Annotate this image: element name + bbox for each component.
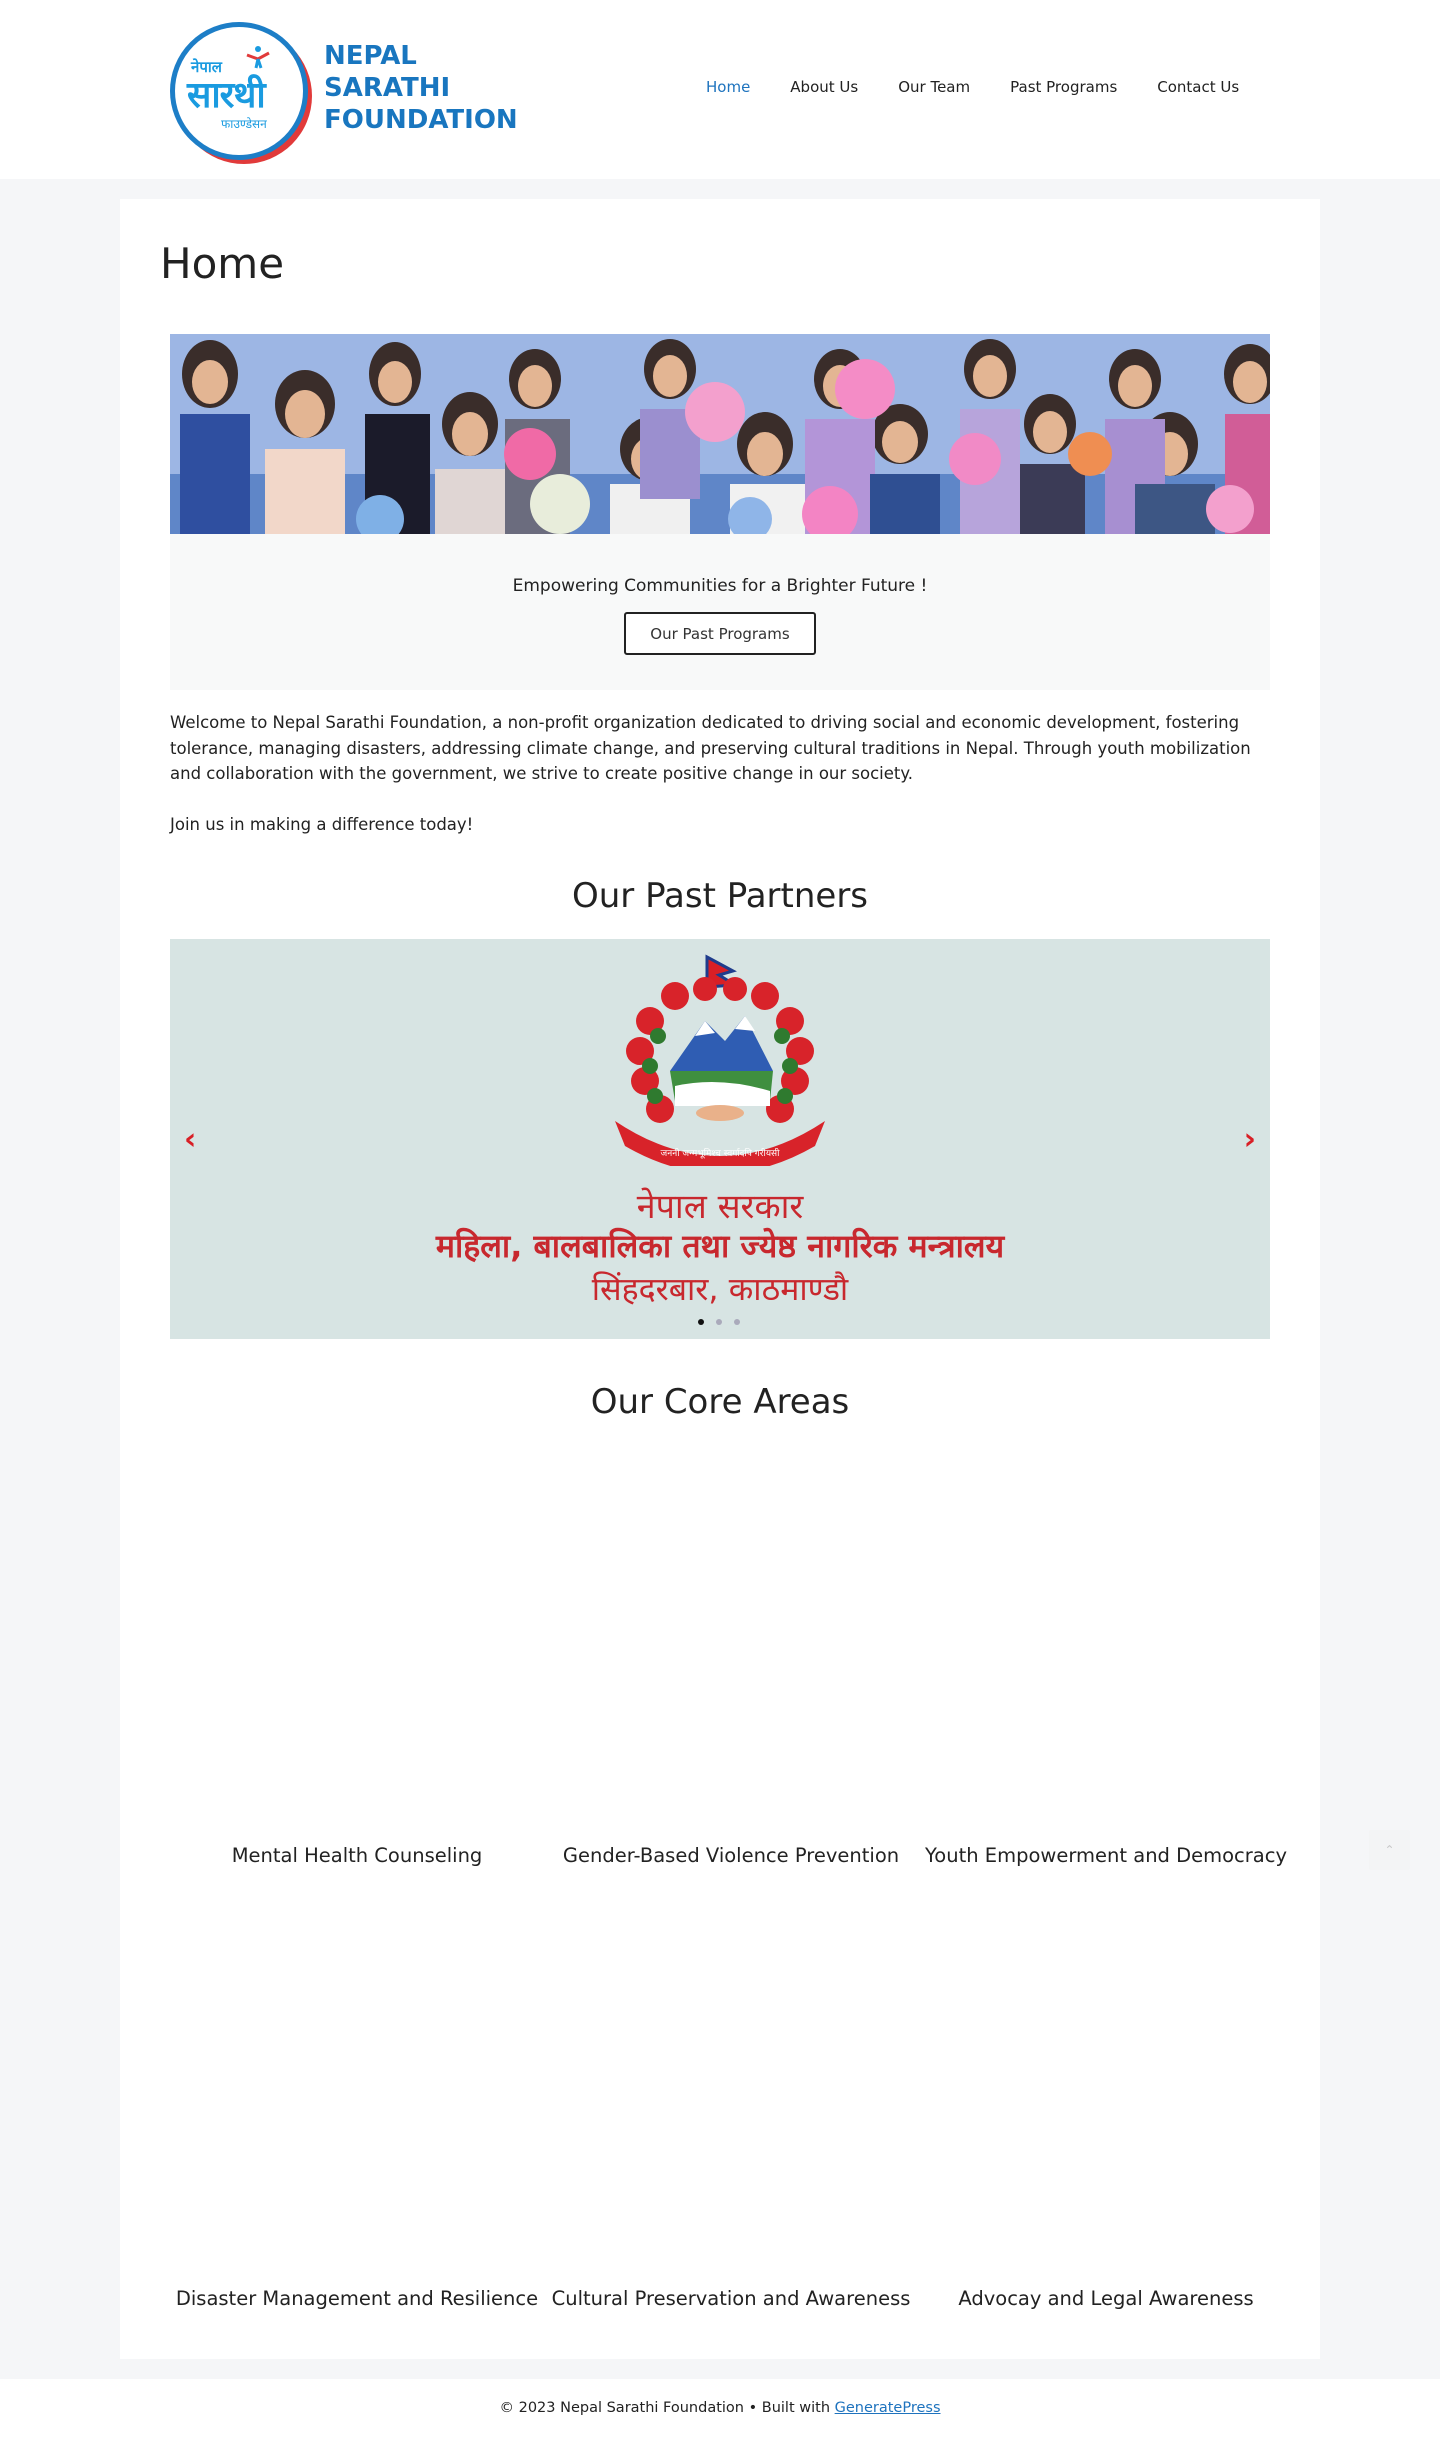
page-title: Home xyxy=(160,239,285,288)
site-header: नेपाल सारथी फाउण्डेसन NEPAL SARATHI FOUN… xyxy=(0,0,1440,179)
slider-prev-arrow[interactable]: ‹ xyxy=(184,1125,196,1155)
past-programs-button[interactable]: Our Past Programs xyxy=(624,612,816,655)
core-area-item: Cultural Preservation and Awareness xyxy=(551,2287,911,2310)
intro-call-to-action: Join us in making a difference today! xyxy=(170,814,474,834)
slider-next-arrow[interactable]: › xyxy=(1244,1125,1256,1155)
content-card: Home Empowering Communities for a Bright… xyxy=(120,199,1320,2359)
site-logo[interactable]: नेपाल सारथी फाउण्डेसन xyxy=(170,22,308,160)
partners-slider: ‹ › जननी जन्मभूमिश्च स्वर्गादपि गरीयसी न… xyxy=(170,939,1270,1339)
slider-dot[interactable] xyxy=(698,1319,704,1325)
partners-heading: Our Past Partners xyxy=(571,876,869,916)
core-area-item: Disaster Management and Resilience xyxy=(175,2287,539,2310)
site-footer: © 2023 Nepal Sarathi Foundation • Built … xyxy=(0,2379,1440,2441)
partner-name-line1: नेपाल सरकार xyxy=(636,1187,804,1227)
generatepress-link[interactable]: GeneratePress xyxy=(835,2400,941,2416)
logo-devanagari-sub: फाउण्डेसन xyxy=(221,117,267,131)
brand-line: NEPAL xyxy=(324,41,417,71)
hero-section: Empowering Communities for a Brighter Fu… xyxy=(170,334,1270,690)
nav-past-programs[interactable]: Past Programs xyxy=(1010,78,1117,96)
footer-copyright: © 2023 Nepal Sarathi Foundation • Built … xyxy=(499,2400,835,2416)
intro-text: Welcome to Nepal Sarathi Foundation, a n… xyxy=(170,710,1270,837)
logo-devanagari-main: सारथी xyxy=(187,75,266,116)
group-photo-image xyxy=(170,334,1270,534)
core-area-item: Youth Empowerment and Democracy xyxy=(924,1844,1288,1867)
nav-our-team[interactable]: Our Team xyxy=(898,78,970,96)
partner-name-line2: महिला, बालबालिका तथा ज्येष्ठ नागरिक मन्त… xyxy=(435,1227,1005,1265)
core-area-item: Mental Health Counseling xyxy=(231,1844,483,1867)
partner-name-line3: सिंहदरबार, काठमाण्डौ xyxy=(591,1270,849,1308)
brand-name[interactable]: NEPAL SARATHI FOUNDATION xyxy=(324,40,544,136)
slider-dot[interactable] xyxy=(716,1319,722,1325)
chevron-up-icon: ⌃ xyxy=(1384,1843,1395,1857)
nav-home[interactable]: Home xyxy=(706,78,750,96)
slider-pagination xyxy=(698,1319,740,1325)
core-areas-heading: Our Core Areas xyxy=(590,1382,850,1422)
brand-line: FOUNDATION xyxy=(324,105,518,135)
emblem-motto: जननी जन्मभूमिश्च स्वर्गादपि गरीयसी xyxy=(661,1147,781,1159)
brand-line: SARATHI xyxy=(324,73,451,103)
slider-dot[interactable] xyxy=(734,1319,740,1325)
nav-contact-us[interactable]: Contact Us xyxy=(1157,78,1239,96)
nav-about-us[interactable]: About Us xyxy=(790,78,858,96)
intro-paragraph: Welcome to Nepal Sarathi Foundation, a n… xyxy=(170,713,1251,783)
main-nav: Home About Us Our Team Past Programs Con… xyxy=(706,78,1279,96)
core-area-item: Gender-Based Violence Prevention xyxy=(562,1844,900,1867)
hero-photo xyxy=(170,334,1270,534)
core-area-item: Advocay and Legal Awareness xyxy=(958,2287,1254,2310)
scroll-to-top-button[interactable]: ⌃ xyxy=(1369,1830,1410,1870)
nepal-government-emblem: जननी जन्मभूमिश्च स्वर्गादपि गरीयसी xyxy=(615,954,825,1166)
hero-tagline: Empowering Communities for a Brighter Fu… xyxy=(512,576,928,596)
person-icon xyxy=(246,46,270,69)
